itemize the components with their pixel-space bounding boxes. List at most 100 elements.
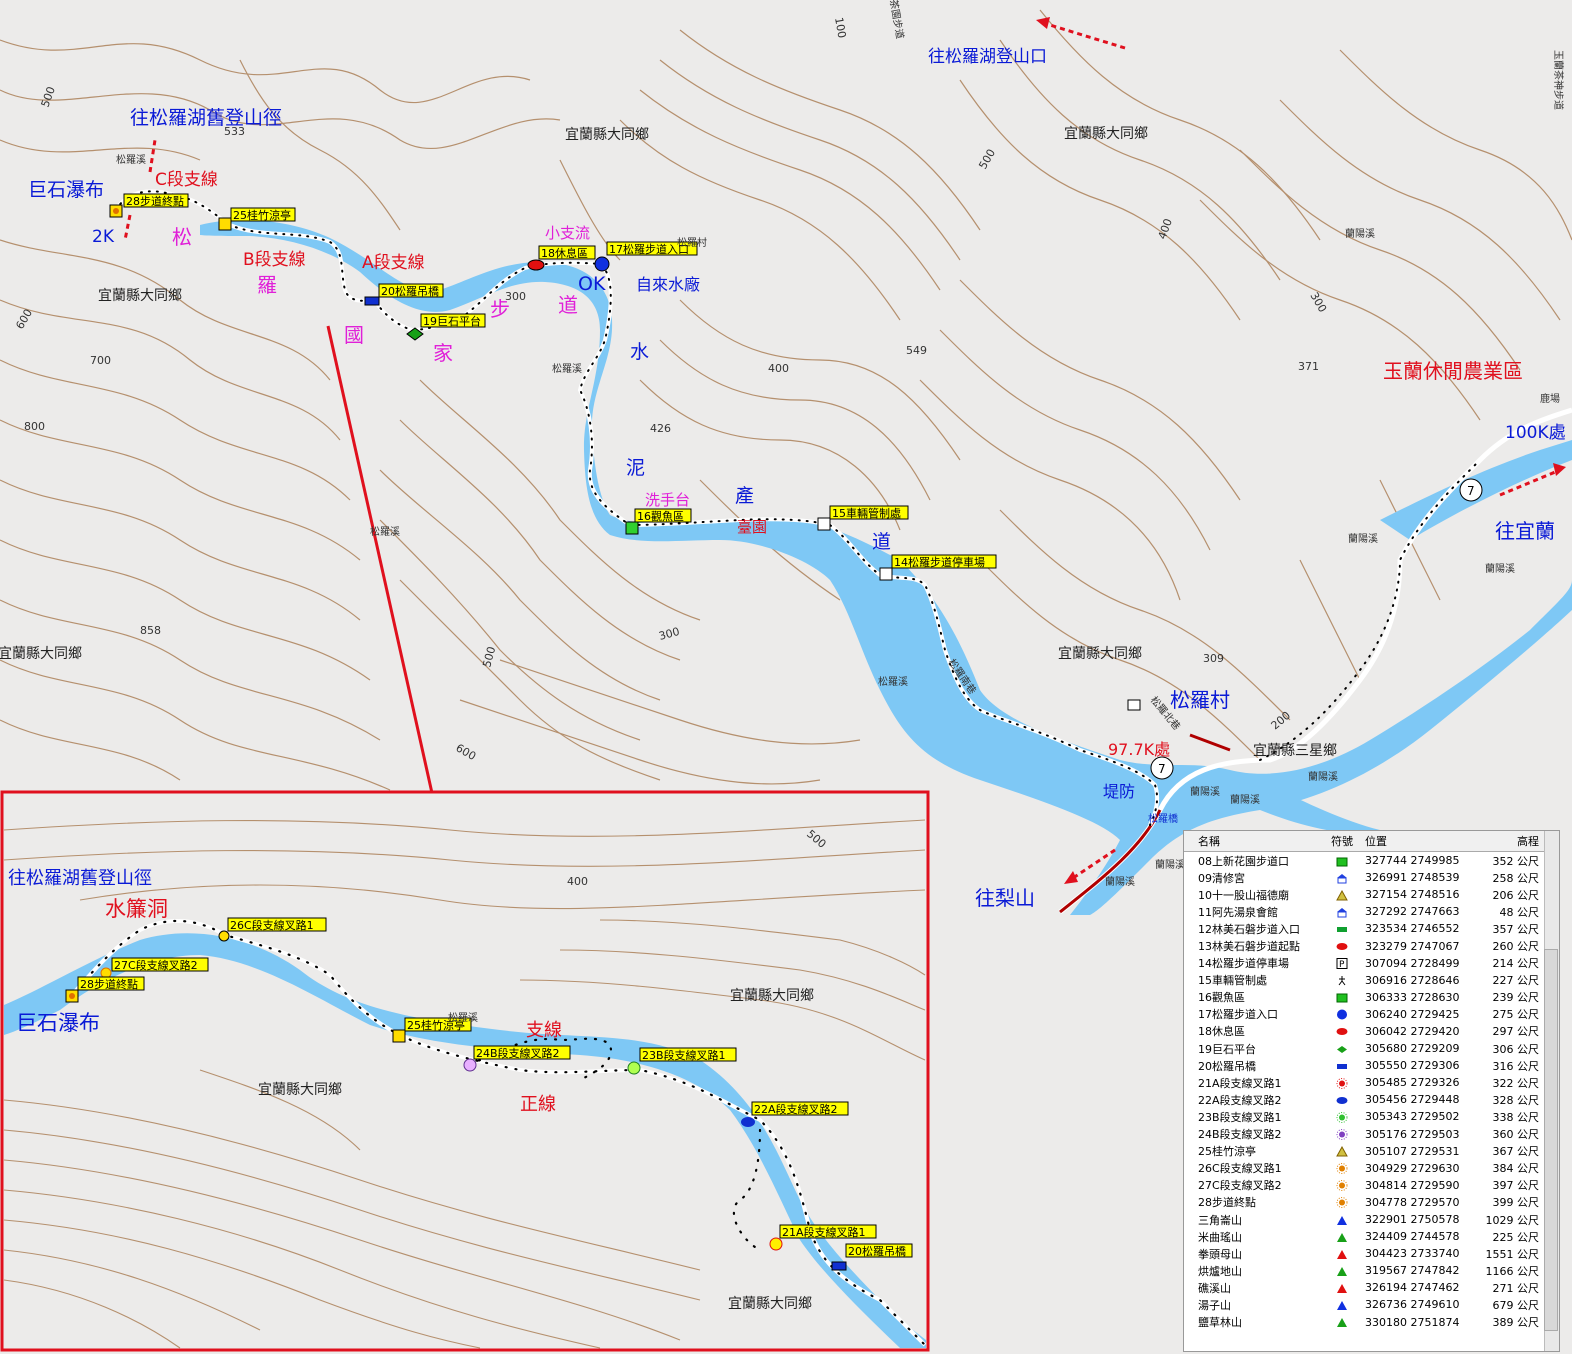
- waypoint-symbol-icon: [1323, 1042, 1361, 1055]
- label-lanyang-7: 蘭陽溪: [1155, 858, 1185, 871]
- waypoint-elevation: 227 公尺: [1492, 974, 1540, 988]
- waypoint-name: 19巨石平台: [1198, 1042, 1256, 1056]
- table-row[interactable]: 16觀魚區 306333 2728630 239 公尺: [1184, 989, 1559, 1006]
- waypoint-symbol-icon: [1323, 1316, 1361, 1329]
- waypoint-position: 307094 2728499: [1365, 956, 1460, 970]
- label-stream-1: 松羅溪: [116, 153, 146, 166]
- table-row[interactable]: 20松羅吊橋 305550 2729306 316 公尺: [1184, 1057, 1559, 1074]
- inset-tag-28: 28步道終點: [80, 977, 138, 991]
- waypoint-elevation: 306 公尺: [1492, 1042, 1540, 1056]
- table-row[interactable]: 15車輛管制處 306916 2728646 227 公尺: [1184, 972, 1559, 989]
- waypoint-name: 12林美石磐步道入口: [1198, 922, 1300, 936]
- label-deer: 鹿場: [1540, 392, 1560, 405]
- label-lanyang-6: 蘭陽溪: [1230, 793, 1260, 806]
- table-row[interactable]: 23B段支線叉路1 305343 2729502 338 公尺: [1184, 1108, 1559, 1125]
- waypoint-elevation: 258 公尺: [1492, 871, 1540, 885]
- waypoint-symbol-icon: [1323, 1059, 1361, 1072]
- label-tea-garden: 臺園: [737, 518, 767, 536]
- waypoint-name: 拳頭母山: [1198, 1247, 1242, 1261]
- waypoint-table[interactable]: 名稱 符號 位置 高程 08上新花園步道口 327744 2749985 352 公…: [1183, 830, 1560, 1352]
- table-row[interactable]: 湯子山 326736 2749610 679 公尺: [1184, 1296, 1559, 1313]
- svg-text:7: 7: [1158, 762, 1166, 776]
- waypoint-symbol-icon: [1323, 1213, 1361, 1226]
- table-row[interactable]: 28步道終點 304778 2729570 399 公尺: [1184, 1194, 1559, 1211]
- table-row[interactable]: 10十一股山福德廟 327154 2748516 206 公尺: [1184, 886, 1559, 903]
- inset-tag-24: 24B段支線叉路2: [476, 1046, 560, 1060]
- waypoint-position: 305456 2729448: [1365, 1093, 1460, 1107]
- label-old-trail: 往松羅湖舊登山徑: [130, 107, 282, 129]
- label-waterfall: 巨石瀑布: [28, 179, 104, 201]
- table-row[interactable]: 米曲瑤山 324409 2744578 225 公尺: [1184, 1228, 1559, 1245]
- table-row[interactable]: 拳頭母山 304423 2733740 1551 公尺: [1184, 1245, 1559, 1262]
- col-position-header[interactable]: 位置: [1361, 833, 1469, 849]
- wp-tag-16: 16觀魚區: [637, 510, 684, 523]
- table-row[interactable]: 11阿先湯泉會館 327292 2747663 48 公尺: [1184, 903, 1559, 920]
- label-100k: 100K處: [1505, 423, 1566, 443]
- waypoint-symbol-icon: [1323, 1025, 1361, 1038]
- waypoint-elevation: 389 公尺: [1492, 1316, 1540, 1330]
- table-row[interactable]: 三角崙山 322901 2750578 1029 公尺: [1184, 1211, 1559, 1228]
- waypoint-symbol-icon: [1323, 991, 1361, 1004]
- table-row[interactable]: 26C段支線叉路1 304929 2729630 384 公尺: [1184, 1160, 1559, 1177]
- waypoint-symbol-icon: [1323, 974, 1361, 987]
- svg-text:858: 858: [140, 624, 161, 637]
- table-row[interactable]: 18休息區 306042 2729420 297 公尺: [1184, 1023, 1559, 1040]
- svg-text:426: 426: [650, 422, 671, 435]
- waypoint-name: 17松羅步道入口: [1198, 1008, 1278, 1022]
- scrollbar-thumb[interactable]: [1544, 949, 1558, 1331]
- waypoint-position: 304778 2729570: [1365, 1195, 1460, 1209]
- waypoint-symbol-icon: [1323, 854, 1361, 867]
- table-row[interactable]: 21A段支線叉路1 305485 2729326 322 公尺: [1184, 1074, 1559, 1091]
- svg-text:400: 400: [768, 362, 789, 375]
- label-washbasin: 洗手台: [645, 491, 690, 509]
- waypoint-symbol-icon: [1323, 1093, 1361, 1106]
- label-stream-2: 松羅溪: [552, 362, 582, 375]
- label-dao: 道: [558, 293, 578, 317]
- table-row[interactable]: 17松羅步道入口 306240 2729425 275 公尺: [1184, 1006, 1559, 1023]
- table-row[interactable]: 08上新花園步道口 327744 2749985 352 公尺: [1184, 852, 1559, 869]
- table-row[interactable]: 鹽草林山 330180 2751874 389 公尺: [1184, 1314, 1559, 1331]
- waypoint-position: 326194 2747462: [1365, 1281, 1460, 1295]
- waypoint-symbol-icon: [1323, 1076, 1361, 1089]
- table-row[interactable]: 烘爐地山 319567 2747842 1166 公尺: [1184, 1262, 1559, 1279]
- waypoint-elevation: 1029 公尺: [1485, 1213, 1540, 1227]
- waypoint-symbol-icon: [1323, 1162, 1361, 1175]
- waypoint-elevation: 260 公尺: [1492, 940, 1540, 954]
- inset-map[interactable]: 26C段支線叉路1 27C段支線叉路2 28步道終點 25桂竹涼亭 24B段支線…: [0, 790, 930, 1352]
- svg-text:400: 400: [567, 875, 588, 888]
- waypoint-name: 10十一股山福德廟: [1198, 888, 1289, 902]
- wp-tag-19: 19巨石平台: [423, 314, 481, 328]
- waypoint-position: 304929 2729630: [1365, 1161, 1460, 1175]
- table-row[interactable]: 25桂竹涼亭 305107 2729531 367 公尺: [1184, 1143, 1559, 1160]
- table-row[interactable]: 礁溪山 326194 2747462 271 公尺: [1184, 1279, 1559, 1296]
- label-yulan-trail: 玉蘭茶神步道: [1552, 50, 1565, 110]
- waypoint-symbol-icon: [1323, 1008, 1361, 1021]
- table-row[interactable]: 24B段支線叉路2 305176 2729503 360 公尺: [1184, 1126, 1559, 1143]
- table-scrollbar[interactable]: [1544, 831, 1559, 1351]
- table-row[interactable]: 27C段支線叉路2 304814 2729590 397 公尺: [1184, 1177, 1559, 1194]
- table-row[interactable]: 22A段支線叉路2 305456 2729448 328 公尺: [1184, 1091, 1559, 1108]
- waypoint-name: 鹽草林山: [1198, 1316, 1242, 1330]
- waypoint-name: 湯子山: [1198, 1298, 1231, 1312]
- waypoint-position: 330180 2751874: [1365, 1315, 1460, 1329]
- waypoint-name: 烘爐地山: [1198, 1264, 1242, 1278]
- waypoint-position: 305680 2729209: [1365, 1042, 1460, 1056]
- waypoint-symbol-icon: [1323, 1128, 1361, 1141]
- table-row[interactable]: 19巨石平台 305680 2729209 306 公尺: [1184, 1040, 1559, 1057]
- table-row[interactable]: 09清修宮 326991 2748539 258 公尺: [1184, 869, 1559, 886]
- waypoint-position: 319567 2747842: [1365, 1264, 1460, 1278]
- waypoint-name: 22A段支線叉路2: [1198, 1093, 1282, 1107]
- label-shui: 水: [630, 341, 649, 363]
- waypoint-elevation: 360 公尺: [1492, 1128, 1540, 1142]
- label-bridge: 松羅橋: [1148, 812, 1178, 825]
- table-row[interactable]: 14松羅步道停車場 P 307094 2728499 214 公尺: [1184, 955, 1559, 972]
- waypoint-name: 11阿先湯泉會館: [1198, 905, 1278, 919]
- table-row[interactable]: 13林美石磐步道起點 323279 2747067 260 公尺: [1184, 937, 1559, 954]
- col-symbol-header[interactable]: 符號: [1323, 833, 1361, 849]
- col-elevation-header[interactable]: 高程: [1469, 833, 1539, 849]
- col-name-header[interactable]: 名稱: [1184, 833, 1323, 849]
- waypoint-elevation: 399 公尺: [1492, 1196, 1540, 1210]
- label-c-branch: C段支線: [155, 170, 218, 190]
- table-row[interactable]: 12林美石磐步道入口 323534 2746552 357 公尺: [1184, 920, 1559, 937]
- waypoint-position: 306333 2728630: [1365, 990, 1460, 1004]
